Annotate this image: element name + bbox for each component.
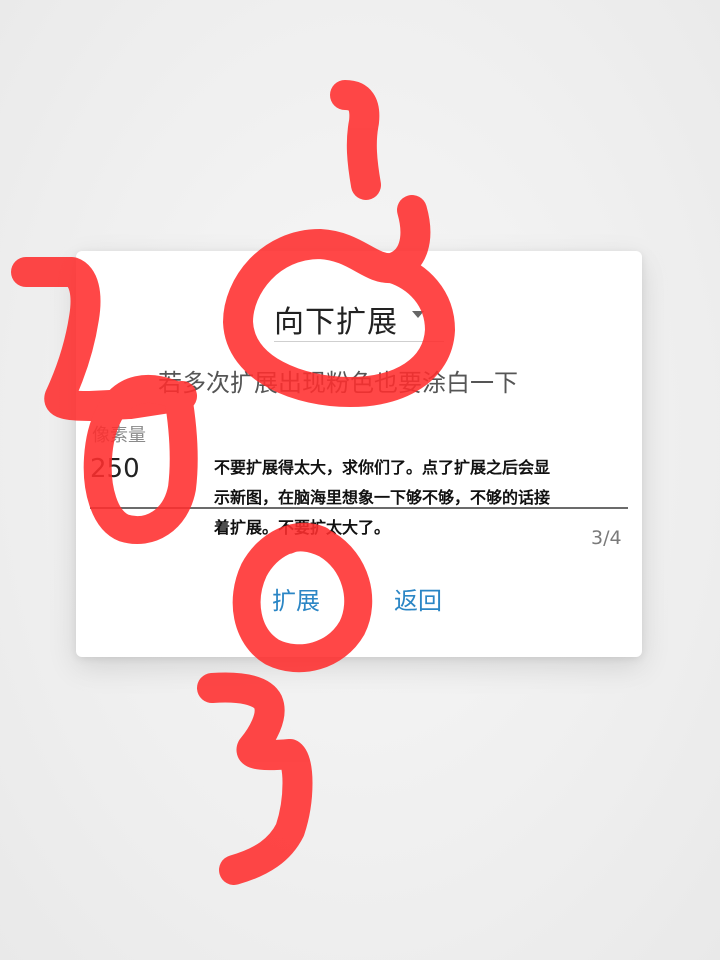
- hint-text: 若多次扩展出现粉色也要涂白一下: [158, 369, 518, 397]
- caret-down-icon: [412, 311, 424, 318]
- step-counter: 3/4: [591, 527, 622, 549]
- back-button[interactable]: 返回: [394, 581, 442, 616]
- expand-button[interactable]: 扩展: [272, 581, 320, 616]
- pixel-amount-input[interactable]: [90, 451, 210, 487]
- direction-dropdown-label: 向下扩展: [274, 305, 398, 340]
- warning-note: 不要扩展得太大，求你们了。点了扩展之后会显示新图，在脑海里想象一下够不够，不够的…: [214, 458, 551, 537]
- dropdown-underline: [274, 341, 444, 342]
- expand-dialog: 向下扩展 若多次扩展出现粉色也要涂白一下 像素量 不要扩展得太大，求你们了。点了…: [76, 251, 642, 657]
- direction-dropdown[interactable]: 向下扩展: [274, 291, 444, 343]
- pixel-amount-label: 像素量: [92, 425, 146, 446]
